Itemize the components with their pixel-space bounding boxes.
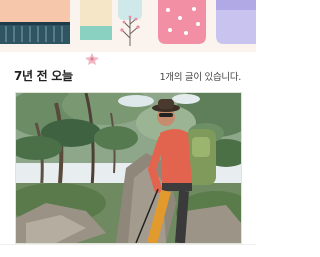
- memory-banner-illustration: [0, 0, 256, 52]
- bottom-divider: [0, 244, 256, 257]
- hiking-photo-image: [16, 93, 241, 243]
- memory-photo[interactable]: [15, 92, 242, 244]
- post-count-text[interactable]: 1개의 글이 있습니다.: [160, 69, 242, 83]
- section-title: 7년 전 오늘: [14, 69, 73, 83]
- memories-header: 7년 전 오늘 1개의 글이 있습니다.: [0, 62, 256, 88]
